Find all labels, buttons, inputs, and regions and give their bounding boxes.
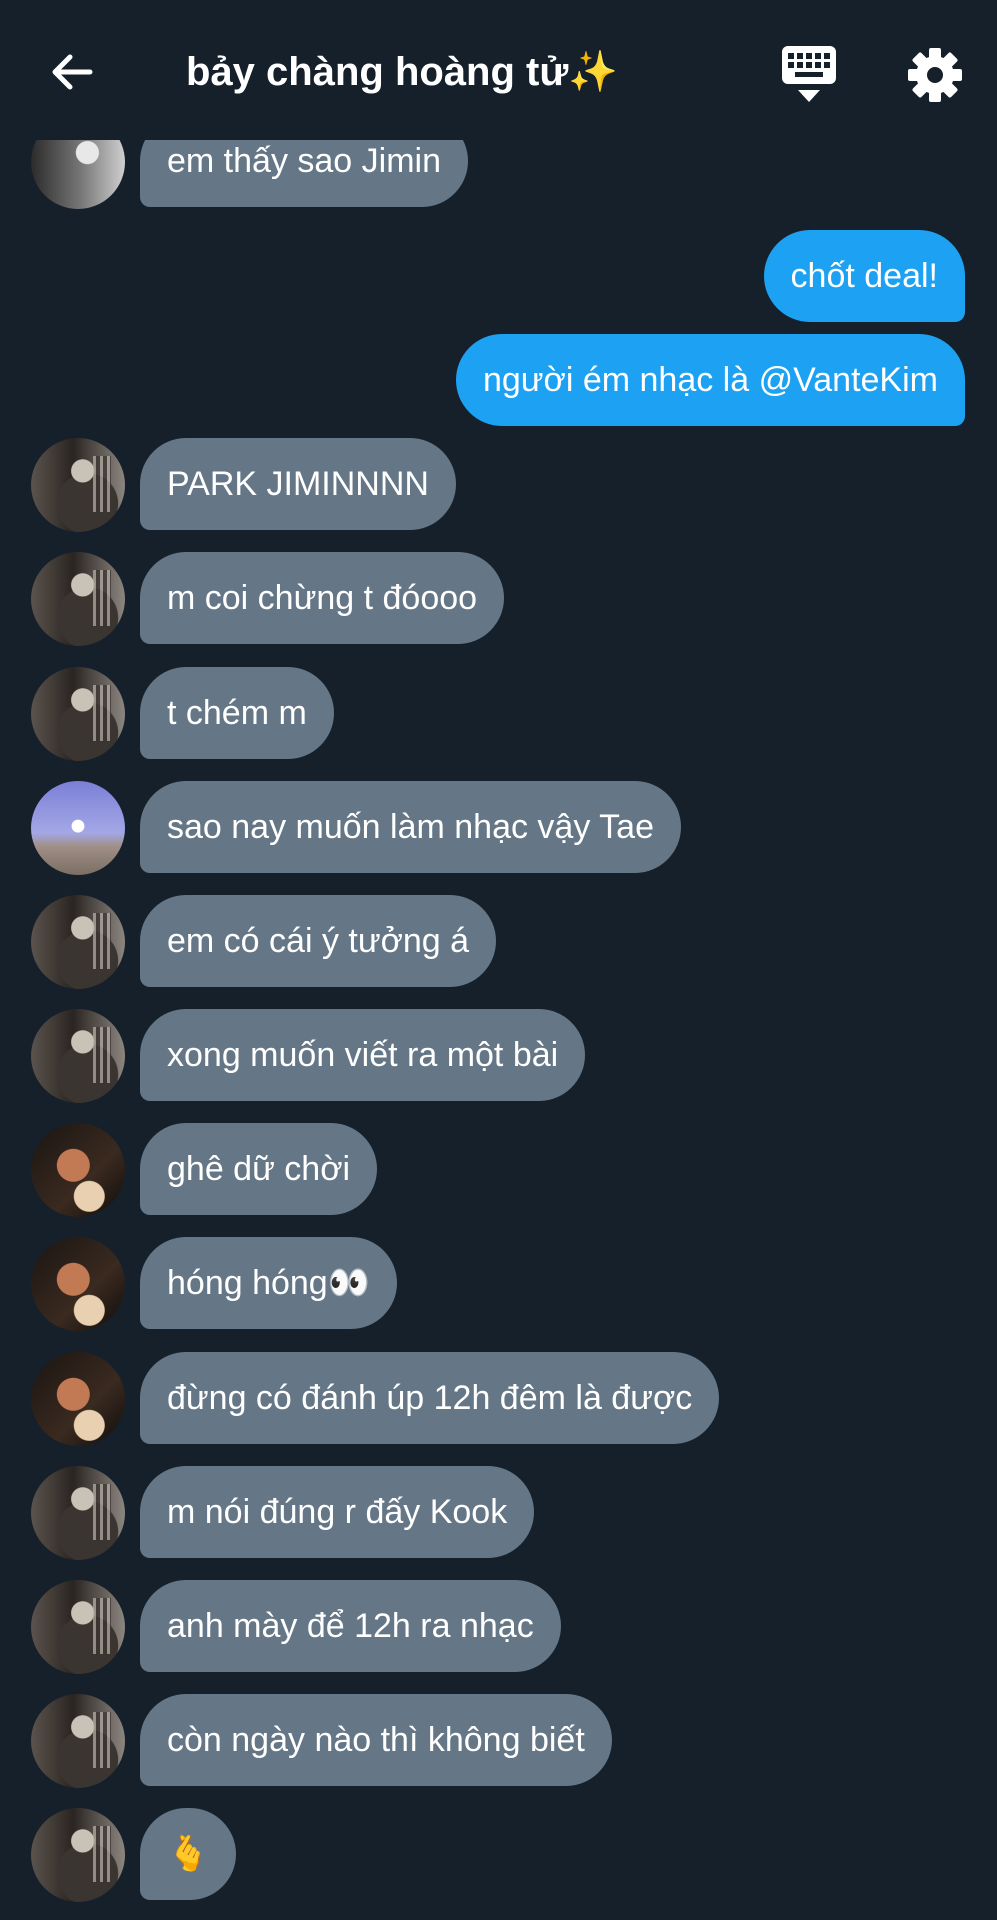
message-bubble[interactable]: hóng hóng👀 <box>140 1237 398 1329</box>
avatar[interactable] <box>31 552 125 646</box>
message-list[interactable]: em thấy sao Jimin chốt deal! người ém nh… <box>0 0 997 1920</box>
keyboard-toggle-button[interactable] <box>778 44 840 106</box>
message-row: t chém m <box>0 667 997 761</box>
message-row: còn ngày nào thì không biết <box>0 1694 997 1788</box>
message-bubble[interactable]: anh mày để 12h ra nhạc <box>140 1580 561 1672</box>
message-bubble[interactable]: còn ngày nào thì không biết <box>140 1694 612 1786</box>
message-bubble[interactable]: chốt deal! <box>763 230 965 322</box>
avatar[interactable] <box>31 667 125 761</box>
avatar[interactable] <box>31 1009 125 1103</box>
arrow-left-icon <box>52 54 93 90</box>
message-bubble[interactable]: m nói đúng r đấy Kook <box>140 1466 535 1558</box>
message-bubble[interactable]: em có cái ý tưởng á <box>140 895 497 987</box>
avatar[interactable] <box>31 1580 125 1674</box>
message-row: đừng có đánh úp 12h đêm là được <box>0 1352 997 1446</box>
message-row: anh mày để 12h ra nhạc <box>0 1580 997 1674</box>
message-bubble[interactable]: sao nay muốn làm nhạc vậy Tae <box>140 781 681 873</box>
avatar[interactable] <box>31 1466 125 1560</box>
message-bubble[interactable]: 🫰 <box>140 1808 237 1900</box>
message-bubble[interactable]: đừng có đánh úp 12h đêm là được <box>140 1352 720 1444</box>
avatar[interactable] <box>31 895 125 989</box>
avatar[interactable] <box>31 438 125 532</box>
avatar[interactable] <box>31 1694 125 1788</box>
keyboard-hide-icon <box>782 46 836 102</box>
header-bar: bảy chàng hoàng tử✨ <box>0 0 997 140</box>
message-row: xong muốn viết ra một bài <box>0 1009 997 1103</box>
message-bubble[interactable]: m coi chừng t đóooo <box>140 552 505 644</box>
gear-icon <box>908 48 962 102</box>
message-row: m nói đúng r đấy Kook <box>0 1466 997 1560</box>
message-bubble[interactable]: ghê dữ chời <box>140 1123 378 1215</box>
avatar[interactable] <box>31 1237 125 1331</box>
message-row: người ém nhạc là @VanteKim <box>0 334 997 426</box>
message-row: hóng hóng👀 <box>0 1237 997 1331</box>
message-bubble[interactable]: t chém m <box>140 667 334 759</box>
settings-button[interactable] <box>904 44 966 106</box>
message-row: ghê dữ chời <box>0 1123 997 1217</box>
message-row: m coi chừng t đóooo <box>0 552 997 646</box>
page-title: bảy chàng hoàng tử✨ <box>186 50 619 94</box>
message-row: sao nay muốn làm nhạc vậy Tae <box>0 781 997 875</box>
avatar[interactable] <box>31 1123 125 1217</box>
message-bubble[interactable]: xong muốn viết ra một bài <box>140 1009 586 1101</box>
avatar[interactable] <box>31 781 125 875</box>
back-button[interactable] <box>44 44 100 100</box>
avatar[interactable] <box>31 1808 125 1902</box>
message-row: em có cái ý tưởng á <box>0 895 997 989</box>
avatar[interactable] <box>31 1352 125 1446</box>
message-bubble[interactable]: PARK JIMINNNN <box>140 438 456 530</box>
message-row: 🫰 <box>0 1808 997 1902</box>
message-bubble[interactable]: người ém nhạc là @VanteKim <box>455 334 965 426</box>
message-row: chốt deal! <box>0 230 997 322</box>
message-row: PARK JIMINNNN <box>0 438 997 532</box>
